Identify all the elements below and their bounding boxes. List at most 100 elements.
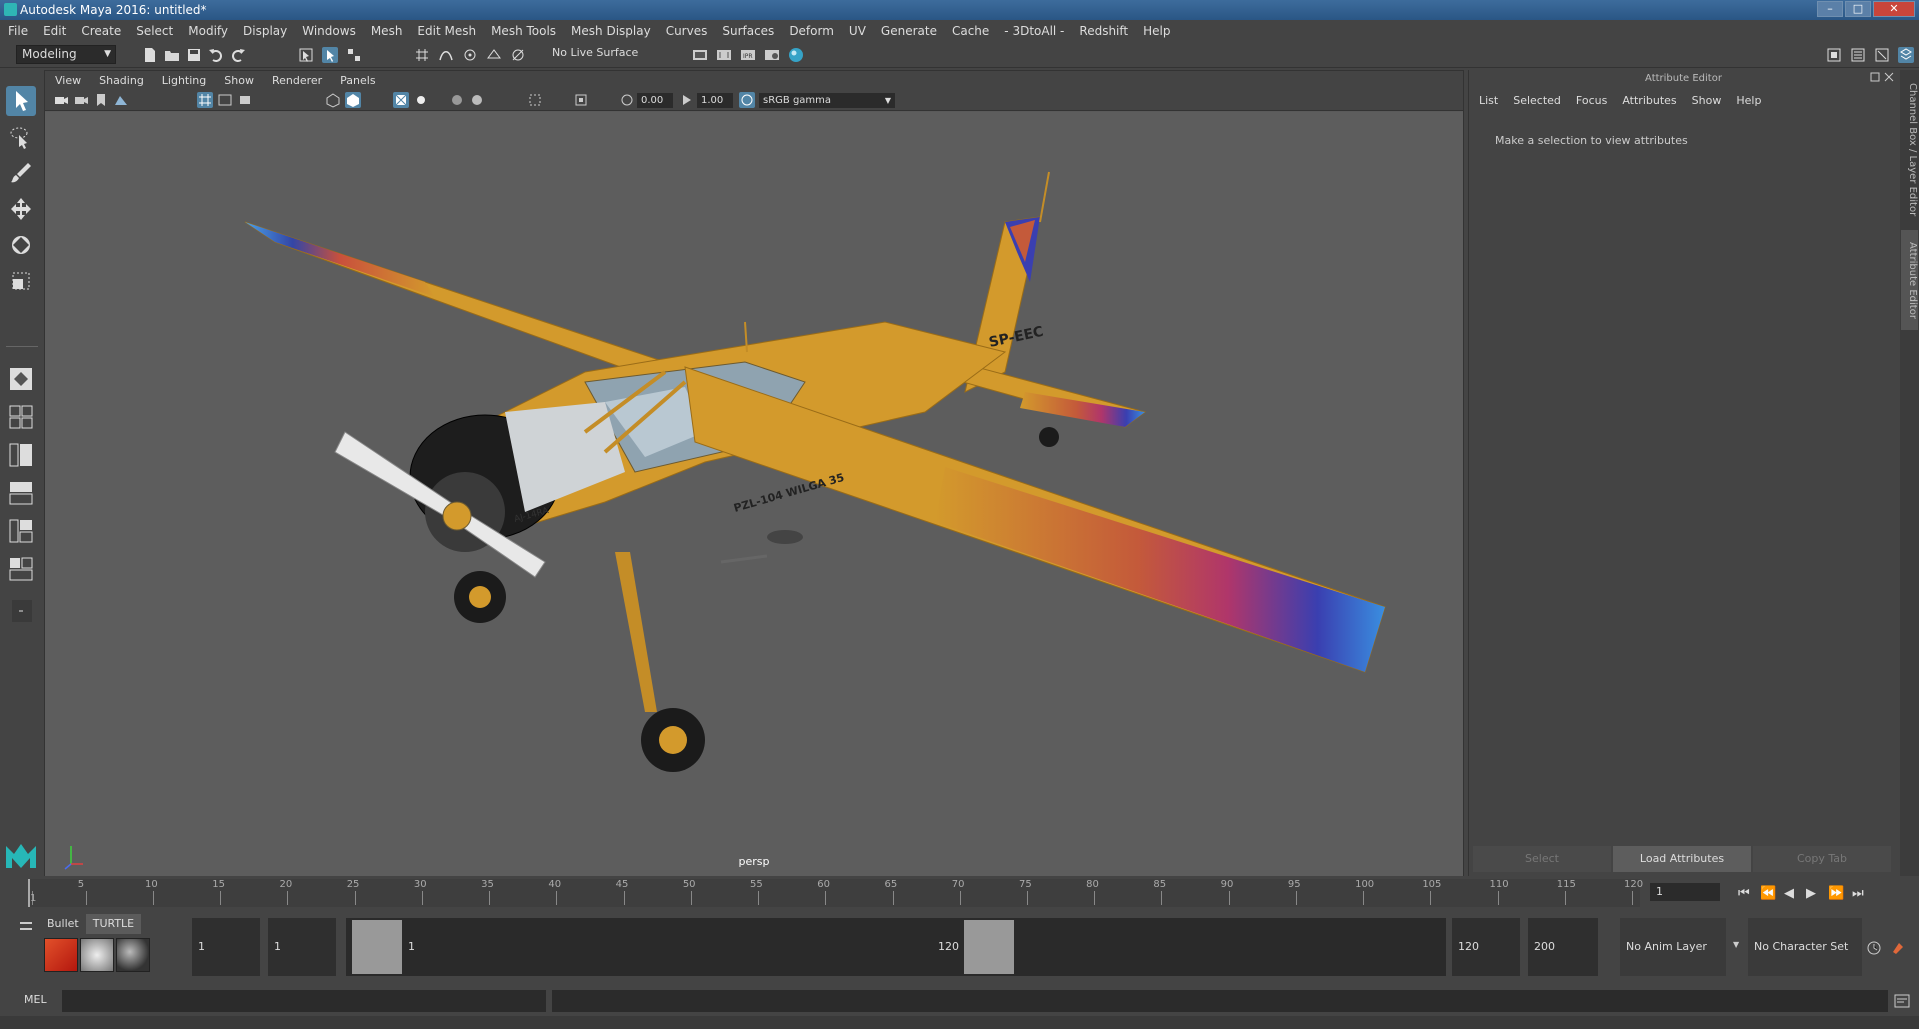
- single-perspective-layout[interactable]: [6, 364, 36, 394]
- animation-start-field[interactable]: 1: [192, 918, 260, 976]
- turtle-baking-icon[interactable]: [80, 938, 114, 972]
- select-by-object-icon[interactable]: [322, 47, 338, 63]
- attribute-editor-toggle-icon[interactable]: [1850, 47, 1866, 63]
- menu-uv[interactable]: UV: [849, 24, 866, 38]
- select-by-hierarchy-icon[interactable]: [298, 47, 314, 63]
- vp-menu-view[interactable]: View: [55, 74, 81, 87]
- script-editor-icon[interactable]: [1894, 993, 1910, 1009]
- current-frame-field[interactable]: 1: [1650, 883, 1720, 901]
- step-back-button[interactable]: ⏪: [1760, 886, 1776, 901]
- time-slider[interactable]: 1 5 10 15 20 25 30 35 40 45 50 55 60 65 70 75 80 85 90 95 10…: [0, 877, 1919, 909]
- command-input[interactable]: [62, 990, 546, 1012]
- new-scene-icon[interactable]: [142, 47, 158, 63]
- animation-prefs-icon[interactable]: [1890, 940, 1906, 956]
- menu-windows[interactable]: Windows: [302, 24, 356, 38]
- menu-help[interactable]: Help: [1143, 24, 1170, 38]
- copy-tab-button[interactable]: Copy Tab: [1753, 846, 1891, 872]
- shadows-icon[interactable]: [449, 92, 465, 108]
- vp-menu-lighting[interactable]: Lighting: [162, 74, 206, 87]
- tab-channel-box[interactable]: Channel Box / Layer Editor: [1901, 80, 1918, 220]
- tab-attribute-editor[interactable]: Attribute Editor: [1901, 230, 1918, 330]
- smooth-shade-icon[interactable]: [345, 92, 361, 108]
- select-tool[interactable]: [6, 86, 36, 116]
- save-scene-icon[interactable]: [186, 47, 202, 63]
- auto-key-icon[interactable]: [1866, 940, 1882, 956]
- ambient-occlusion-icon[interactable]: [469, 92, 485, 108]
- menu-edit-mesh[interactable]: Edit Mesh: [417, 24, 476, 38]
- wireframe-icon[interactable]: [325, 92, 341, 108]
- menu-surfaces[interactable]: Surfaces: [722, 24, 774, 38]
- lighting-icon[interactable]: [413, 92, 429, 108]
- isolate-select-icon[interactable]: [527, 92, 543, 108]
- viewport-3d-scene[interactable]: SP-EEC AJ-14RA PZL-104 WILGA 35 persp: [45, 112, 1463, 876]
- persp-graph-layout[interactable]: [6, 478, 36, 508]
- ipr-render-icon[interactable]: IPR: [740, 47, 756, 63]
- color-management-icon[interactable]: [739, 92, 755, 108]
- rotate-tool[interactable]: [6, 230, 36, 260]
- view-transform-dropdown[interactable]: sRGB gamma ▼: [759, 93, 895, 108]
- anim-layer-dropdown[interactable]: No Anim Layer: [1620, 918, 1726, 976]
- time-slider-track[interactable]: 1 5 10 15 20 25 30 35 40 45 50 55 60 65 70 75 80 85 90 95 10…: [28, 879, 1643, 907]
- menu-display[interactable]: Display: [243, 24, 287, 38]
- vp-menu-show[interactable]: Show: [224, 74, 254, 87]
- menu-select[interactable]: Select: [136, 24, 173, 38]
- ae-menu-show[interactable]: Show: [1692, 94, 1722, 107]
- step-forward-button[interactable]: ⏩: [1828, 886, 1844, 901]
- go-to-start-button[interactable]: ⏮: [1738, 886, 1750, 901]
- grid-toggle-icon[interactable]: [197, 92, 213, 108]
- shelf-options-icon[interactable]: [20, 922, 32, 930]
- gamma-icon[interactable]: [679, 92, 695, 108]
- four-view-layout[interactable]: [6, 402, 36, 432]
- menu-mesh-display[interactable]: Mesh Display: [571, 24, 651, 38]
- animation-end-field[interactable]: 200: [1528, 918, 1598, 976]
- snap-to-point-icon[interactable]: [462, 47, 478, 63]
- snap-to-view-plane-icon[interactable]: [486, 47, 502, 63]
- render-settings-icon[interactable]: [764, 47, 780, 63]
- persp-outliner-layout[interactable]: [6, 440, 36, 470]
- menu-create[interactable]: Create: [81, 24, 121, 38]
- script-editor-layout[interactable]: [6, 554, 36, 584]
- hypershade-icon[interactable]: [788, 47, 804, 63]
- menu-mesh-tools[interactable]: Mesh Tools: [491, 24, 556, 38]
- gamma-field[interactable]: 1.00: [697, 93, 733, 108]
- close-button[interactable]: ✕: [1873, 1, 1915, 17]
- channel-box-toggle-icon[interactable]: [1898, 47, 1914, 63]
- shelf-tab-turtle[interactable]: TURTLE: [85, 914, 142, 934]
- scale-tool[interactable]: [6, 266, 36, 296]
- menu-generate[interactable]: Generate: [881, 24, 937, 38]
- menu-deform[interactable]: Deform: [789, 24, 834, 38]
- resolution-gate-icon[interactable]: [237, 92, 253, 108]
- live-surface-field[interactable]: No Live Surface: [552, 46, 638, 59]
- move-tool[interactable]: [6, 194, 36, 224]
- modeling-toolkit-icon[interactable]: [1826, 47, 1842, 63]
- menu-curves[interactable]: Curves: [666, 24, 708, 38]
- character-set-dropdown[interactable]: No Character Set: [1748, 918, 1862, 976]
- make-live-icon[interactable]: [510, 47, 526, 63]
- script-language-label[interactable]: MEL: [24, 993, 47, 1006]
- redo-icon[interactable]: [230, 47, 246, 63]
- playback-start-field[interactable]: 1: [268, 918, 336, 976]
- snap-to-curve-icon[interactable]: [438, 47, 454, 63]
- menu-redshift[interactable]: Redshift: [1079, 24, 1128, 38]
- tool-settings-icon[interactable]: [1874, 47, 1890, 63]
- menu-set-dropdown[interactable]: Modeling ▼: [16, 45, 116, 64]
- menu-modify[interactable]: Modify: [188, 24, 228, 38]
- ae-menu-focus[interactable]: Focus: [1576, 94, 1607, 107]
- undo-icon[interactable]: [208, 47, 224, 63]
- render-view-icon[interactable]: [692, 47, 708, 63]
- range-slider-track[interactable]: 1 120: [346, 918, 1446, 976]
- ae-menu-selected[interactable]: Selected: [1513, 94, 1561, 107]
- go-to-end-button[interactable]: ⏭: [1852, 886, 1864, 901]
- turtle-sphere-icon[interactable]: [116, 938, 150, 972]
- custom-layout[interactable]: [6, 596, 36, 626]
- turtle-render-icon[interactable]: [44, 938, 78, 972]
- vp-menu-renderer[interactable]: Renderer: [272, 74, 322, 87]
- open-scene-icon[interactable]: [164, 47, 180, 63]
- exposure-icon[interactable]: [619, 92, 635, 108]
- ae-menu-attributes[interactable]: Attributes: [1622, 94, 1676, 107]
- menu-edit[interactable]: Edit: [43, 24, 66, 38]
- maximize-button[interactable]: □: [1845, 1, 1871, 17]
- camera-bookmark-icon[interactable]: [73, 92, 89, 108]
- snap-to-grid-icon[interactable]: [414, 47, 430, 63]
- bookmark-icon[interactable]: [93, 92, 109, 108]
